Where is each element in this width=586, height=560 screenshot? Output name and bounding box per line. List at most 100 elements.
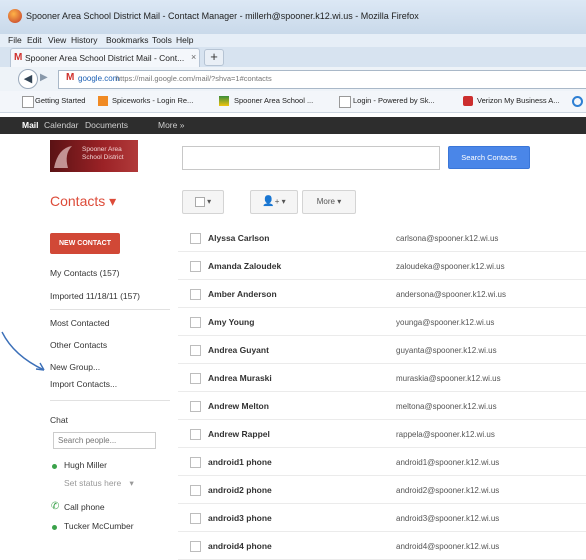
contact-email: guyanta@spooner.k12.wi.us <box>396 346 497 355</box>
call-phone-link[interactable]: Call phone <box>64 502 105 512</box>
contact-name[interactable]: android3 phone <box>208 513 272 523</box>
status-message[interactable]: Set status here ▾ <box>64 478 134 489</box>
nav-divider <box>50 400 170 401</box>
row-checkbox[interactable] <box>190 261 201 272</box>
menu-edit[interactable]: Edit <box>27 34 42 47</box>
gmail-favicon-icon: M <box>14 52 23 63</box>
window-title: Spooner Area School District Mail - Cont… <box>26 11 419 21</box>
online-status-icon <box>52 525 57 530</box>
contact-email: andersona@spooner.k12.wi.us <box>396 290 506 299</box>
menu-help[interactable]: Help <box>176 34 193 47</box>
annotation-arrow <box>1 331 45 371</box>
row-checkbox[interactable] <box>190 457 201 468</box>
add-plus: + <box>274 197 280 206</box>
url-site-identity[interactable]: google.com <box>78 74 119 83</box>
contact-name[interactable]: android2 phone <box>208 485 272 495</box>
logo-emblem-icon <box>54 146 72 168</box>
bookmark-login[interactable]: Login - Powered by Sk... <box>353 96 435 105</box>
contact-email: android3@spooner.k12.wi.us <box>396 514 500 523</box>
gbar-calendar[interactable]: Calendar <box>44 120 79 130</box>
bookmark-verizon[interactable]: Verizon My Business A... <box>477 96 560 105</box>
contact-name[interactable]: Andrew Melton <box>208 401 269 411</box>
contact-email: rappela@spooner.k12.wi.us <box>396 430 495 439</box>
chat-user-name[interactable]: Hugh Miller <box>64 460 107 470</box>
bookmark-spooner-school[interactable]: Spooner Area School ... <box>234 96 313 105</box>
url-text[interactable]: https://mail.google.com/mail/?shva=1#con… <box>116 74 272 83</box>
row-checkbox[interactable] <box>190 373 201 384</box>
search-people-input[interactable] <box>53 432 156 449</box>
row-checkbox[interactable] <box>190 317 201 328</box>
forward-arrow-icon[interactable]: ▶ <box>40 72 48 83</box>
contact-email: android2@spooner.k12.wi.us <box>396 486 500 495</box>
more-button[interactable]: More ▾ <box>302 190 356 214</box>
gbar-documents[interactable]: Documents <box>85 120 128 130</box>
contact-email: meltona@spooner.k12.wi.us <box>396 402 497 411</box>
row-checkbox[interactable] <box>190 233 201 244</box>
school-icon <box>219 96 229 106</box>
gbar-more[interactable]: More » <box>158 120 184 130</box>
new-tab-button[interactable]: + <box>204 49 224 66</box>
contact-email: younga@spooner.k12.wi.us <box>396 318 495 327</box>
logo-line-1: Spooner Area <box>82 146 122 153</box>
contact-email: muraskia@spooner.k12.wi.us <box>396 374 501 383</box>
row-checkbox[interactable] <box>190 541 201 552</box>
tab-label: Spooner Area School District Mail - Cont… <box>25 53 185 63</box>
person-add-icon: 👤 <box>262 196 275 207</box>
status-caret: ▾ <box>129 478 134 488</box>
logo-line-2: School District <box>82 154 124 161</box>
bookmark-spiceworks[interactable]: Spiceworks - Login Re... <box>112 96 193 105</box>
select-checkbox-menu[interactable]: ▾ <box>182 190 224 214</box>
contact-name[interactable]: Andrea Muraski <box>208 373 272 383</box>
nav-divider <box>50 309 170 310</box>
contact-email: carlsona@spooner.k12.wi.us <box>396 234 499 243</box>
contact-name[interactable]: Amanda Zaloudek <box>208 261 281 271</box>
menu-tools[interactable]: Tools <box>152 34 172 47</box>
refresh-icon[interactable] <box>572 96 583 107</box>
spiceworks-icon <box>98 96 108 106</box>
gbar-mail[interactable]: Mail <box>22 120 39 130</box>
checkbox-icon <box>194 196 205 207</box>
contact-name[interactable]: Andrew Rappel <box>208 429 270 439</box>
logo-text: Spooner Area School District <box>82 146 124 162</box>
online-status-icon <box>52 464 57 469</box>
contacts-search-input[interactable] <box>182 146 440 170</box>
row-checkbox[interactable] <box>190 289 201 300</box>
row-checkbox[interactable] <box>190 485 201 496</box>
row-checkbox[interactable] <box>190 429 201 440</box>
nav-import-contacts[interactable]: Import Contacts... <box>50 379 117 389</box>
nav-my-contacts[interactable]: My Contacts (157) <box>50 268 119 278</box>
bookmark-getting-started[interactable]: Getting Started <box>35 96 85 105</box>
chat-contact-name[interactable]: Tucker McCumber <box>64 521 134 531</box>
page-icon <box>339 96 351 108</box>
menu-view[interactable]: View <box>48 34 66 47</box>
new-contact-button[interactable]: NEW CONTACT <box>50 233 120 254</box>
firefox-icon <box>8 9 22 23</box>
menu-bookmarks[interactable]: Bookmarks <box>106 34 149 47</box>
status-text: Set status here <box>64 478 122 488</box>
add-caret: ▾ <box>281 197 286 206</box>
nav-imported[interactable]: Imported 11/18/11 (157) <box>50 291 140 301</box>
search-contacts-button[interactable]: Search Contacts <box>448 146 530 169</box>
contact-name[interactable]: Andrea Guyant <box>208 345 269 355</box>
menu-file[interactable]: File <box>8 34 22 47</box>
row-checkbox[interactable] <box>190 401 201 412</box>
contact-name[interactable]: Alyssa Carlson <box>208 233 269 243</box>
tab-close-icon[interactable]: × <box>191 52 196 62</box>
row-checkbox[interactable] <box>190 345 201 356</box>
add-to-group-button[interactable]: 👤+ ▾ <box>250 190 298 214</box>
chat-title: Chat <box>50 415 68 425</box>
contact-email: zaloudeka@spooner.k12.wi.us <box>396 262 505 271</box>
contact-name[interactable]: Amber Anderson <box>208 289 277 299</box>
select-caret: ▾ <box>207 197 212 206</box>
verizon-icon <box>463 96 473 106</box>
contacts-title[interactable]: Contacts ▾ <box>50 193 116 210</box>
nav-most-contacted[interactable]: Most Contacted <box>50 318 110 328</box>
back-arrow-icon[interactable]: ◀ <box>18 69 38 89</box>
row-checkbox[interactable] <box>190 513 201 524</box>
contact-name[interactable]: Amy Young <box>208 317 254 327</box>
phone-icon: ✆ <box>51 501 60 512</box>
menu-history[interactable]: History <box>71 34 97 47</box>
gmail-favicon-icon: M <box>66 72 75 83</box>
contact-name[interactable]: android1 phone <box>208 457 272 467</box>
contact-email: android1@spooner.k12.wi.us <box>396 458 500 467</box>
